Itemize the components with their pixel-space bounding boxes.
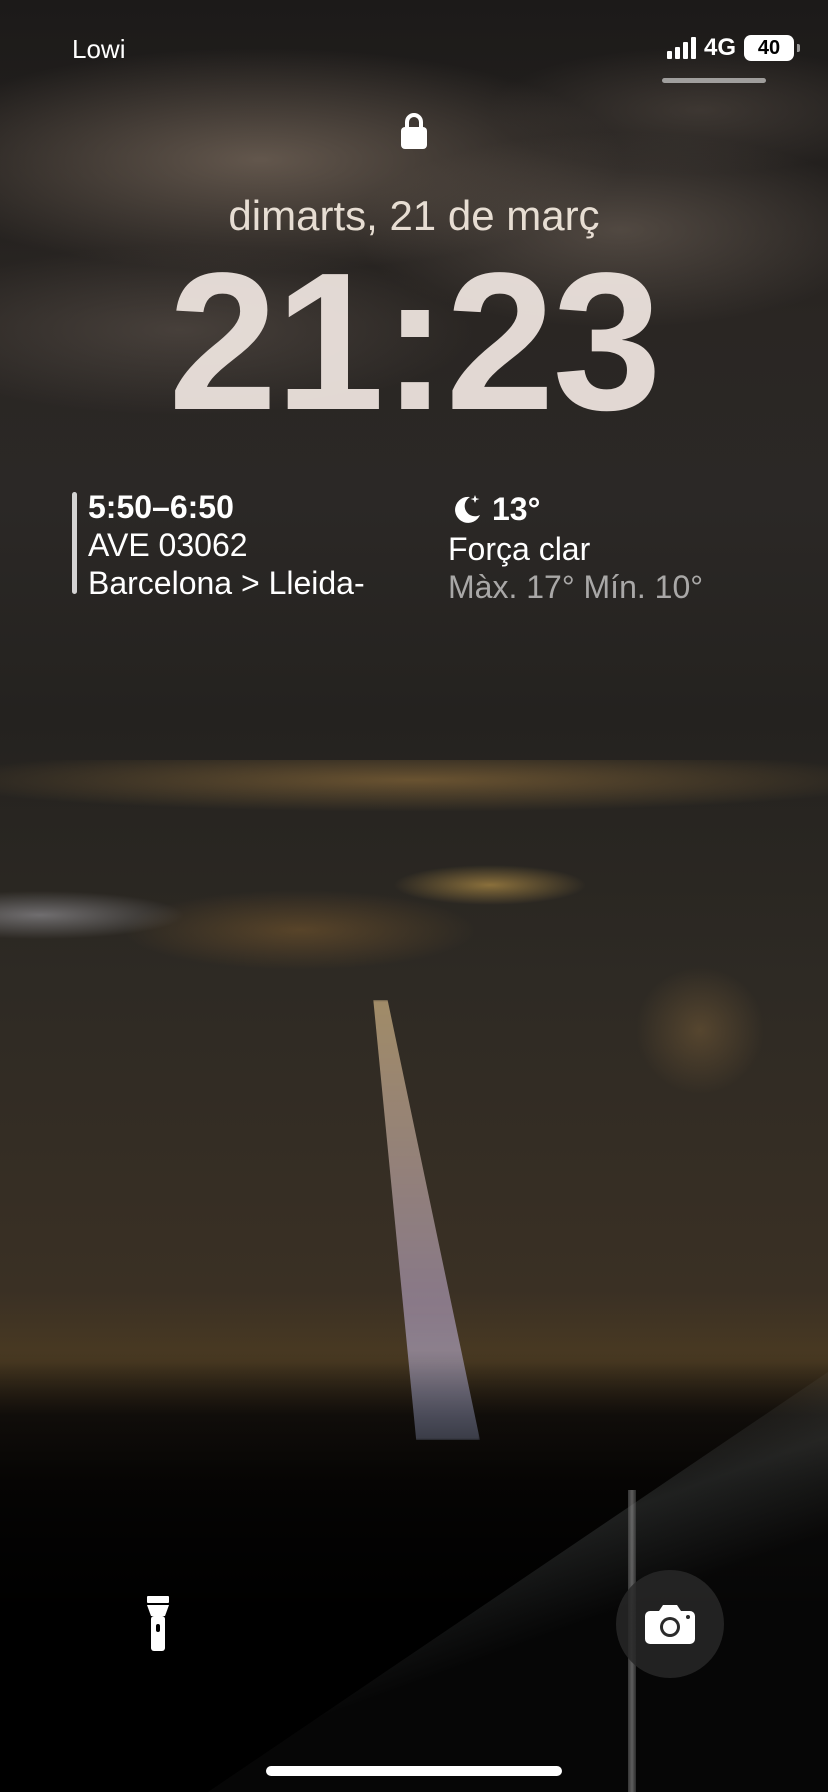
weather-temperature: 13° (492, 490, 541, 527)
calendar-widget[interactable]: 5:50–6:50 AVE 03062 Barcelona > Lleida- (72, 488, 392, 601)
flashlight-icon (147, 1596, 169, 1651)
weather-widget[interactable]: 13° Força clar Màx. 17° Mín. 10° (448, 490, 748, 606)
battery-icon: 40 (744, 35, 800, 61)
network-type: 4G (703, 34, 736, 61)
event-details: 5:50–6:50 AVE 03062 Barcelona > Lleida- (88, 488, 365, 602)
lock-time[interactable]: 21:23 (0, 244, 828, 440)
weather-condition: Força clar (448, 531, 591, 567)
weather-range: Màx. 17° Mín. 10° (448, 569, 704, 605)
control-center-indicator[interactable] (662, 78, 766, 83)
home-indicator[interactable] (266, 1766, 562, 1776)
flashlight-button[interactable] (104, 1570, 212, 1678)
event-time: 5:50–6:50 (88, 489, 234, 525)
weather-header: 13° (448, 490, 748, 528)
lock-screen: Lowi 4G 40 dimarts, 21 de març 21:23 5:5… (0, 0, 828, 1792)
event-title: AVE 03062 (88, 527, 248, 563)
moon-icon (455, 495, 480, 523)
battery-level: 40 (757, 36, 781, 59)
status-indicators: 4G 40 (666, 34, 800, 62)
camera-icon (645, 1605, 695, 1644)
camera-button[interactable] (616, 1570, 724, 1678)
signal-icon (666, 37, 696, 59)
carrier-name: Lowi (72, 34, 126, 64)
event-route: Barcelona > Lleida- (88, 565, 365, 601)
lock-icon (401, 113, 427, 149)
event-color-bar (72, 492, 77, 594)
